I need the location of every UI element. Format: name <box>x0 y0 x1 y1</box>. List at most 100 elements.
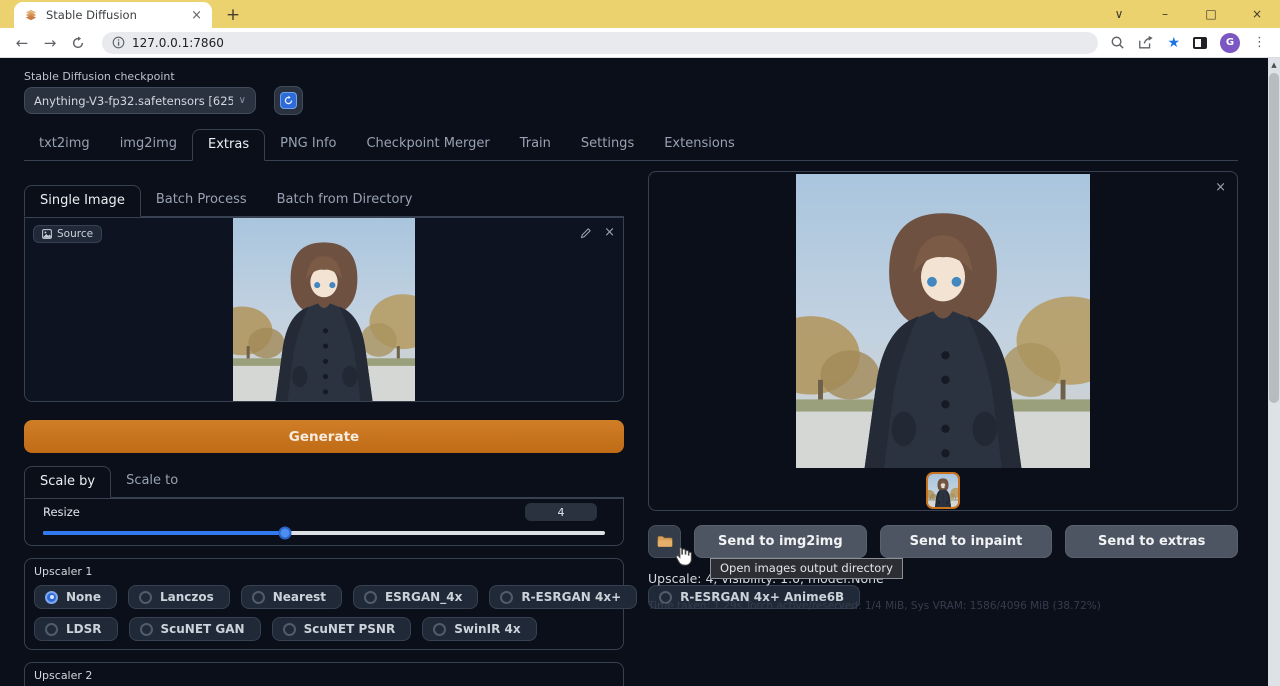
gallery-thumbnail-selected[interactable] <box>926 472 960 509</box>
zoom-icon[interactable] <box>1110 35 1125 50</box>
bookmark-star-icon[interactable]: ★ <box>1167 35 1180 51</box>
chip-label: LDSR <box>66 622 102 636</box>
resize-label: Resize <box>43 505 605 519</box>
output-buttons-row: Send to img2img Send to inpaint Send to … <box>648 525 1238 558</box>
upscaler1-option-esrgan4x[interactable]: ESRGAN_4x <box>353 585 478 609</box>
chip-label: Nearest <box>273 590 326 604</box>
clear-image-icon[interactable]: × <box>604 225 615 240</box>
send-to-img2img-button[interactable]: Send to img2img <box>694 525 867 558</box>
tab-extensions[interactable]: Extensions <box>649 129 750 160</box>
upscaler1-option-scunet-gan[interactable]: ScuNET GAN <box>129 617 261 641</box>
chip-label: Lanczos <box>160 590 214 604</box>
refresh-icon <box>280 92 297 109</box>
side-panel-icon[interactable] <box>1193 37 1207 49</box>
source-badge-label: Source <box>57 228 93 240</box>
upscaler1-option-nearest[interactable]: Nearest <box>241 585 342 609</box>
source-image-dropzone[interactable]: Source × <box>24 217 624 402</box>
maximize-button[interactable]: □ <box>1188 0 1234 28</box>
tab-batch-from-directory[interactable]: Batch from Directory <box>262 185 428 216</box>
tab-single-image[interactable]: Single Image <box>24 185 141 217</box>
upscaler1-option-scunet-psnr[interactable]: ScuNET PSNR <box>272 617 412 641</box>
back-button[interactable]: ← <box>10 31 34 55</box>
scrollbar-up-arrow[interactable]: ▲ <box>1268 58 1280 72</box>
url-text[interactable]: 127.0.0.1:7860 <box>132 36 224 50</box>
thumbnail-image <box>928 474 958 507</box>
performance-info-text: Time taken: 1.29s Torch active/reserved:… <box>648 600 1238 612</box>
upscaler1-option-lanczos[interactable]: Lanczos <box>128 585 230 609</box>
generate-button[interactable]: Generate <box>24 420 624 453</box>
upscaler1-row2: LDSR ScuNET GAN ScuNET PSNR SwinIR 4x <box>34 617 614 641</box>
image-icon <box>42 229 52 239</box>
refresh-checkpoints-button[interactable] <box>274 86 303 115</box>
reload-button[interactable] <box>66 31 90 55</box>
profile-avatar[interactable]: G <box>1220 33 1240 53</box>
main-tabs: txt2img img2img Extras PNG Info Checkpoi… <box>24 129 1238 161</box>
tab-png-info[interactable]: PNG Info <box>265 129 351 160</box>
tab-extras[interactable]: Extras <box>192 129 265 161</box>
stable-diffusion-webui: ▲ Stable Diffusion checkpoint Anything-V… <box>0 58 1280 686</box>
toolbar-icons: ★ G ⋮ <box>1110 33 1270 53</box>
forward-button[interactable]: → <box>38 31 62 55</box>
checkpoint-value: Anything-V3-fp32.safetensors [625a2ba2] <box>34 94 233 108</box>
window-controls: ∨ – □ × <box>1096 0 1280 28</box>
resize-slider-block: Resize 4 <box>24 498 624 546</box>
source-tabs: Single Image Batch Process Batch from Di… <box>24 185 624 217</box>
page-scrollbar[interactable]: ▲ <box>1268 58 1280 686</box>
radio-icon <box>45 623 58 636</box>
radio-selected-icon <box>45 591 58 604</box>
upscaler1-option-none[interactable]: None <box>34 585 117 609</box>
source-image <box>233 218 415 401</box>
upscaler1-label: Upscaler 1 <box>34 565 614 578</box>
radio-icon <box>433 623 446 636</box>
radio-icon <box>140 623 153 636</box>
tab-checkpoint-merger[interactable]: Checkpoint Merger <box>351 129 504 160</box>
upscaler1-option-swinir[interactable]: SwinIR 4x <box>422 617 536 641</box>
checkpoint-dropdown[interactable]: Anything-V3-fp32.safetensors [625a2ba2] … <box>24 87 256 114</box>
tab-txt2img[interactable]: txt2img <box>24 129 105 160</box>
checkpoint-label: Stable Diffusion checkpoint <box>24 70 1238 83</box>
radio-icon <box>500 591 513 604</box>
site-info-icon[interactable] <box>112 36 125 49</box>
send-to-extras-button[interactable]: Send to extras <box>1065 525 1238 558</box>
share-icon[interactable] <box>1138 35 1154 50</box>
close-window-button[interactable]: × <box>1234 0 1280 28</box>
browser-toolbar: ← → 127.0.0.1:7860 <box>0 28 1280 58</box>
scale-tabs: Scale by Scale to <box>24 466 624 498</box>
extras-panel: Single Image Batch Process Batch from Di… <box>24 171 1238 686</box>
tab-close-icon[interactable]: × <box>191 8 202 23</box>
slider-fill <box>43 531 285 535</box>
output-gallery: × <box>648 171 1238 511</box>
send-to-inpaint-button[interactable]: Send to inpaint <box>880 525 1053 558</box>
minimize-button[interactable]: – <box>1142 0 1188 28</box>
mouse-cursor-hand <box>672 544 694 568</box>
tab-settings[interactable]: Settings <box>566 129 649 160</box>
edit-pencil-icon[interactable] <box>580 227 592 239</box>
tab-scale-by[interactable]: Scale by <box>24 466 111 498</box>
input-column: Single Image Batch Process Batch from Di… <box>24 171 624 686</box>
upscaler1-option-ldsr[interactable]: LDSR <box>34 617 118 641</box>
scrollbar-thumb[interactable] <box>1269 73 1279 403</box>
chevron-down-icon: ∨ <box>239 95 246 106</box>
tab-train[interactable]: Train <box>505 129 566 160</box>
tab-img2img[interactable]: img2img <box>105 129 192 160</box>
slider-thumb[interactable] <box>278 527 291 540</box>
resize-slider[interactable] <box>43 531 605 535</box>
output-image[interactable] <box>796 174 1090 468</box>
upscaler1-option-resrgan4x[interactable]: R-ESRGAN 4x+ <box>489 585 637 609</box>
tab-scale-to[interactable]: Scale to <box>111 466 193 497</box>
output-column: × <box>648 171 1238 686</box>
stable-diffusion-favicon <box>24 8 38 22</box>
tab-batch-process[interactable]: Batch Process <box>141 185 262 216</box>
tab-search-icon[interactable]: ∨ <box>1096 0 1142 28</box>
tab-title: Stable Diffusion <box>46 8 183 22</box>
browser-tab[interactable]: Stable Diffusion × <box>14 2 212 28</box>
upscaler1-row1: None Lanczos Nearest ESRGAN_4x R-ESRGAN … <box>34 585 614 609</box>
address-bar[interactable]: 127.0.0.1:7860 <box>102 32 1098 54</box>
gallery-close-icon[interactable]: × <box>1215 180 1226 195</box>
menu-kebab-icon[interactable]: ⋮ <box>1253 35 1266 50</box>
new-tab-button[interactable]: + <box>220 2 246 28</box>
browser-window: Stable Diffusion × + ∨ – □ × ← → 127.0. <box>0 0 1280 686</box>
chip-label: ESRGAN_4x <box>385 590 462 604</box>
upscaler2-label: Upscaler 2 <box>34 669 614 682</box>
resize-value-input[interactable]: 4 <box>525 503 597 521</box>
